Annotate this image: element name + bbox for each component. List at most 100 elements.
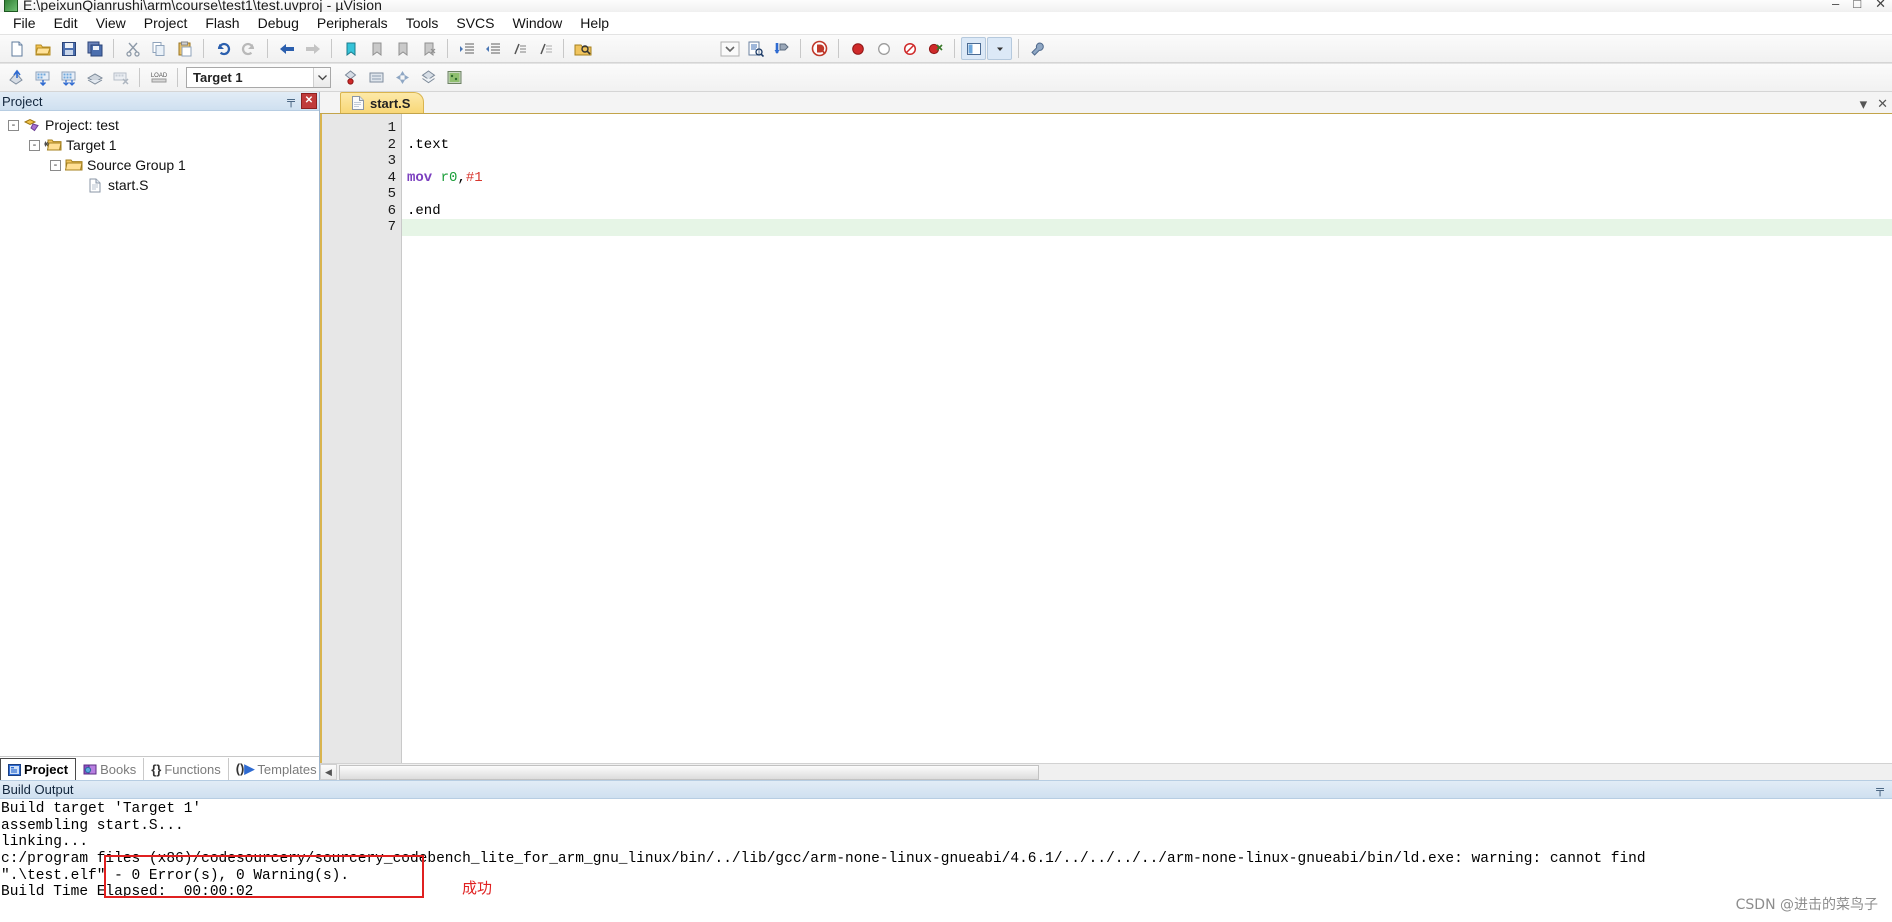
code-line[interactable] bbox=[402, 219, 1892, 236]
editor-horizontal-scrollbar[interactable]: ◀ bbox=[320, 763, 1892, 780]
code-line[interactable] bbox=[402, 186, 1892, 203]
open-file-icon[interactable] bbox=[30, 37, 55, 60]
target-selector[interactable]: Target 1 bbox=[186, 67, 331, 88]
close-icon[interactable]: ✕ bbox=[301, 93, 317, 109]
stop-build-icon[interactable] bbox=[108, 66, 133, 89]
configure-icon[interactable] bbox=[743, 37, 768, 60]
tree-node-source-group[interactable]: - Source Group 1 bbox=[0, 155, 319, 175]
menu-flash[interactable]: Flash bbox=[196, 13, 248, 33]
save-icon[interactable] bbox=[56, 37, 81, 60]
code-token: .text bbox=[407, 136, 450, 153]
menu-debug[interactable]: Debug bbox=[249, 13, 308, 33]
build-output-line: Build target 'Target 1' bbox=[1, 801, 202, 817]
select-target-icon[interactable] bbox=[338, 66, 363, 89]
save-all-icon[interactable] bbox=[82, 37, 107, 60]
code-line[interactable]: mov r0,#1 bbox=[402, 170, 1892, 187]
uncomment-icon[interactable] bbox=[532, 37, 557, 60]
pin-icon[interactable]: ╤ bbox=[283, 93, 299, 109]
batch-build-icon[interactable] bbox=[82, 66, 107, 89]
code-editor[interactable]: 1 2 3 4 5 6 7 .text mov r0,#1 .end bbox=[320, 114, 1892, 763]
insert-breakpoint-icon[interactable] bbox=[845, 37, 870, 60]
window-controls[interactable]: – □ ✕ bbox=[1832, 0, 1886, 12]
scroll-left-arrow-icon[interactable]: ◀ bbox=[320, 764, 337, 780]
comment-icon[interactable] bbox=[506, 37, 531, 60]
copy-icon[interactable] bbox=[146, 37, 171, 60]
bookmark-toggle-icon[interactable] bbox=[338, 37, 363, 60]
manage-run-time-env-icon[interactable] bbox=[416, 66, 441, 89]
menu-bar: File Edit View Project Flash Debug Perip… bbox=[0, 12, 1892, 34]
code-text-area[interactable]: .text mov r0,#1 .end bbox=[402, 114, 1892, 763]
tree-node-file-start-s[interactable]: start.S bbox=[0, 175, 319, 195]
menu-project[interactable]: Project bbox=[135, 13, 197, 33]
disable-all-breakpoints-icon[interactable] bbox=[897, 37, 922, 60]
code-line[interactable] bbox=[402, 120, 1892, 137]
pane-tab-templates[interactable]: ()▶ Templates bbox=[229, 758, 325, 780]
expander-icon[interactable]: - bbox=[50, 159, 61, 171]
expander-icon[interactable]: - bbox=[8, 119, 19, 131]
pin-icon[interactable]: ╤ bbox=[1872, 784, 1888, 796]
bookmark-prev-icon[interactable] bbox=[364, 37, 389, 60]
menu-tools[interactable]: Tools bbox=[397, 13, 448, 33]
tree-node-project[interactable]: - Project: test bbox=[0, 115, 319, 135]
editor-tabstrip-controls[interactable]: ▾ ✕ bbox=[1860, 95, 1892, 113]
undo-icon[interactable] bbox=[210, 37, 235, 60]
build-icon[interactable] bbox=[30, 66, 55, 89]
toolbar-separator bbox=[139, 68, 140, 87]
menu-file[interactable]: File bbox=[4, 13, 45, 33]
bookmark-clear-icon[interactable] bbox=[416, 37, 441, 60]
outdent-icon[interactable] bbox=[480, 37, 505, 60]
tree-node-target[interactable]: - Target 1 bbox=[0, 135, 319, 155]
expander-icon[interactable]: - bbox=[29, 139, 40, 151]
debug-settings-icon[interactable] bbox=[769, 37, 794, 60]
menu-help[interactable]: Help bbox=[571, 13, 618, 33]
cut-icon[interactable] bbox=[120, 37, 145, 60]
paste-icon[interactable] bbox=[172, 37, 197, 60]
menu-svcs[interactable]: SVCS bbox=[447, 13, 503, 33]
window-layout-icon[interactable] bbox=[961, 37, 986, 60]
chevron-down-icon[interactable] bbox=[313, 68, 330, 87]
find-in-files-icon[interactable] bbox=[570, 37, 595, 60]
navigate-forward-icon[interactable] bbox=[300, 37, 325, 60]
chevron-down-icon[interactable]: ▾ bbox=[1860, 95, 1868, 113]
start-debug-icon[interactable] bbox=[807, 37, 832, 60]
combo-arrow-icon[interactable] bbox=[717, 37, 742, 60]
package-installer-icon[interactable] bbox=[442, 66, 467, 89]
pane-tab-project-label: Project bbox=[24, 762, 69, 777]
pane-tab-books[interactable]: Books bbox=[76, 758, 145, 780]
code-line[interactable]: .end bbox=[402, 203, 1892, 220]
disable-breakpoint-icon[interactable] bbox=[871, 37, 896, 60]
pane-tab-functions[interactable]: {} Functions bbox=[144, 758, 229, 780]
new-file-icon[interactable] bbox=[4, 37, 29, 60]
menu-window[interactable]: Window bbox=[504, 13, 572, 33]
build-output-body[interactable]: Build target 'Target 1' assembling start… bbox=[0, 799, 1892, 922]
project-icon bbox=[23, 118, 41, 133]
kill-all-breakpoints-icon[interactable] bbox=[923, 37, 948, 60]
code-token: mov bbox=[407, 169, 433, 186]
menu-view[interactable]: View bbox=[87, 13, 135, 33]
close-icon[interactable]: ✕ bbox=[1877, 96, 1888, 112]
bookmark-next-icon[interactable] bbox=[390, 37, 415, 60]
maximize-button[interactable]: □ bbox=[1853, 0, 1861, 12]
books-tab-icon bbox=[83, 763, 97, 775]
close-button[interactable]: ✕ bbox=[1875, 0, 1886, 12]
rebuild-all-icon[interactable] bbox=[56, 66, 81, 89]
pane-tab-project[interactable]: Project bbox=[0, 758, 77, 780]
minimize-button[interactable]: – bbox=[1832, 0, 1839, 12]
menu-edit[interactable]: Edit bbox=[45, 13, 87, 33]
translate-icon[interactable] bbox=[4, 66, 29, 89]
code-line[interactable] bbox=[402, 153, 1892, 170]
options-for-target-icon[interactable] bbox=[390, 66, 415, 89]
indent-icon[interactable] bbox=[454, 37, 479, 60]
configure-tools-icon[interactable] bbox=[1025, 37, 1050, 60]
window-title: E:\peixunQianrushi\arm\course\test1\test… bbox=[23, 0, 383, 12]
redo-icon[interactable] bbox=[236, 37, 261, 60]
navigate-back-icon[interactable] bbox=[274, 37, 299, 60]
scrollbar-thumb[interactable] bbox=[339, 764, 1039, 780]
manage-project-items-icon[interactable] bbox=[364, 66, 389, 89]
functions-tab-icon: {} bbox=[151, 761, 162, 777]
code-line[interactable]: .text bbox=[402, 137, 1892, 154]
download-icon[interactable]: LOAD bbox=[146, 66, 171, 89]
layout-dropdown-icon[interactable] bbox=[987, 37, 1012, 60]
menu-peripherals[interactable]: Peripherals bbox=[308, 13, 397, 33]
editor-tab-start-s[interactable]: start.S bbox=[340, 92, 425, 113]
